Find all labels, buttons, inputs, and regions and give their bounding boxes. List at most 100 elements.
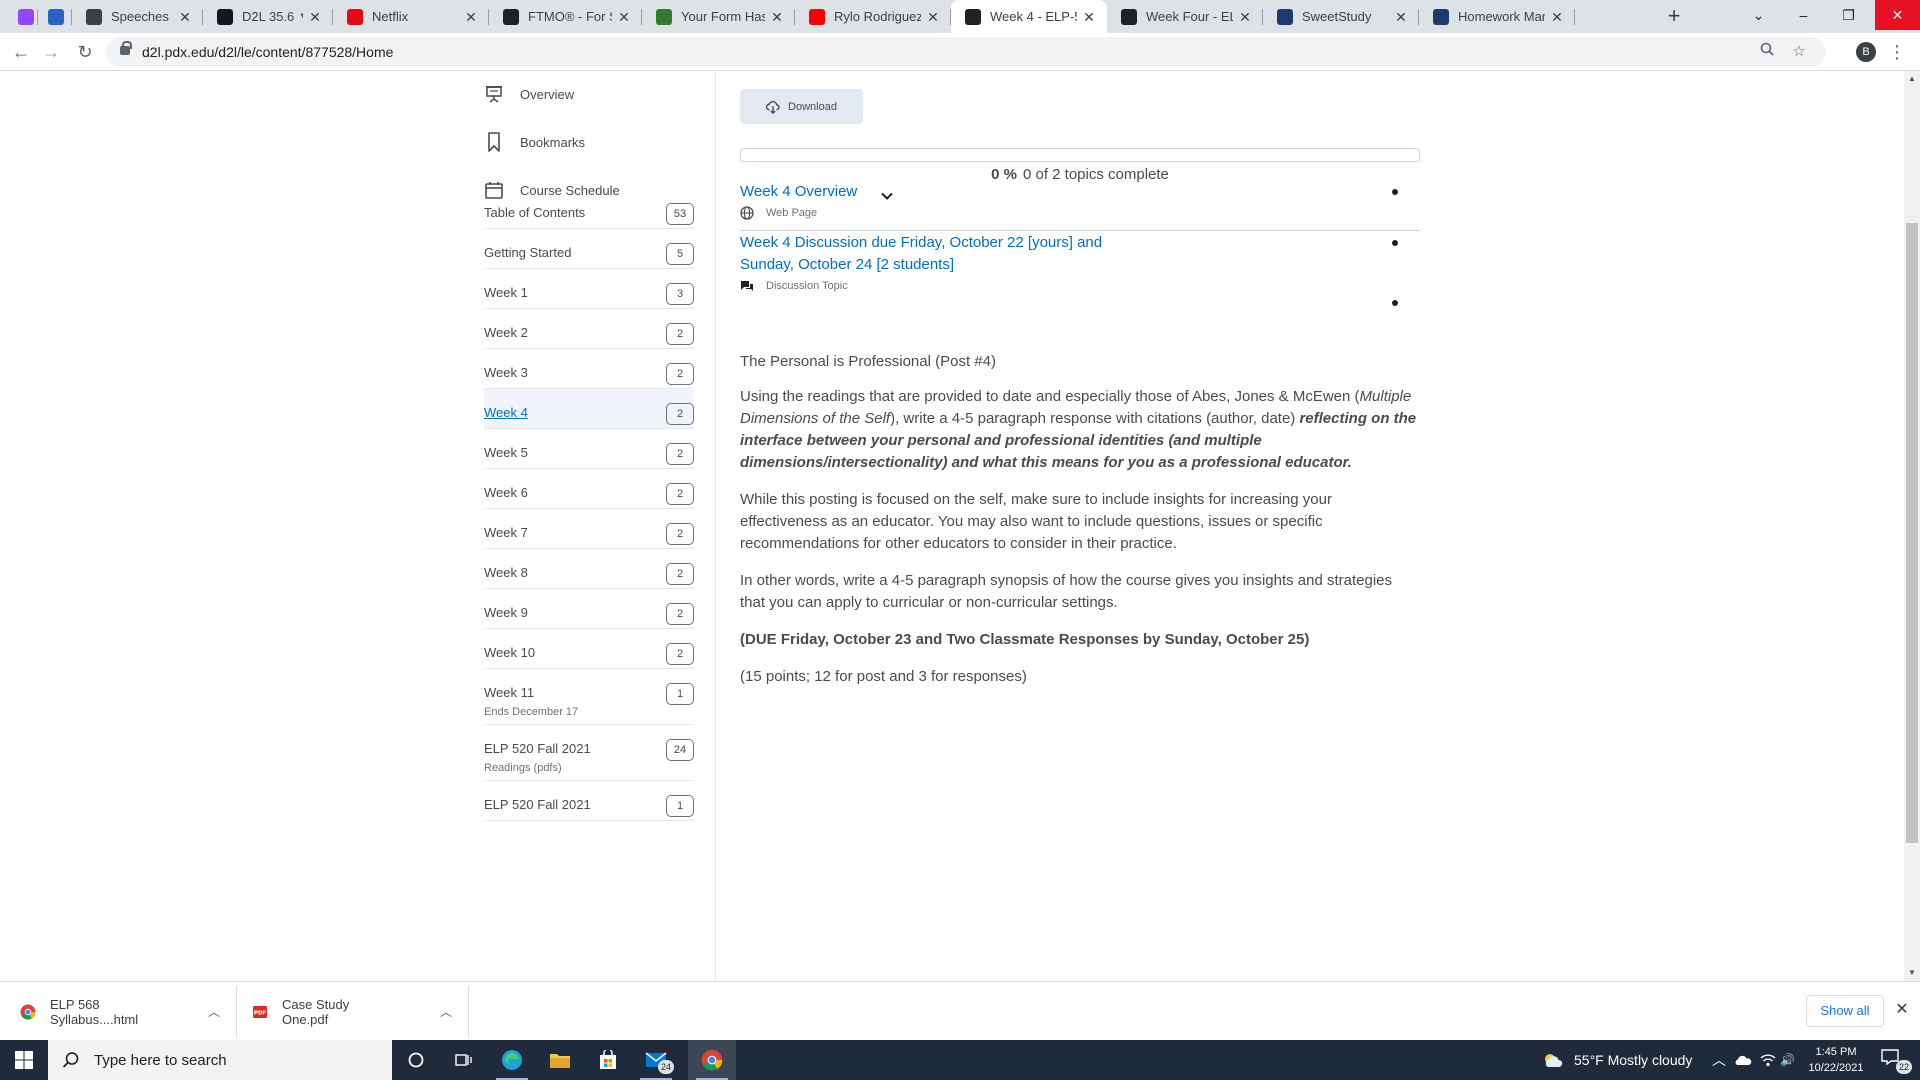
weather-widget[interactable]: 55°F Mostly cloudy [1542,1040,1692,1080]
cortana-icon[interactable] [392,1040,440,1080]
bookmark-star-icon[interactable]: ☆ [1788,41,1810,63]
back-button[interactable]: ← [8,39,34,65]
toc-item[interactable]: Week 9 2 [484,589,694,629]
new-tab-button[interactable]: + [1660,0,1688,33]
scrollbar-thumb[interactable] [1906,223,1918,843]
toc-item[interactable]: Week 7 2 [484,509,694,549]
toc-item-label[interactable]: Week 3 [484,362,528,384]
page-scrollbar[interactable]: ▲ ▼ [1904,71,1920,981]
start-button[interactable] [0,1040,48,1080]
browser-tab[interactable] [8,0,38,33]
toc-item[interactable]: Week 5 2 [484,429,694,469]
tab-search-button[interactable]: ⌄ [1736,0,1781,30]
topic-title-line1[interactable]: Week 4 Discussion due Friday, October 22… [740,234,1102,251]
toc-item-label[interactable]: Week 8 [484,562,528,584]
browser-menu-icon[interactable]: ⋮ [1888,40,1906,64]
toc-item[interactable]: ELP 520 Fall 2021 1 [484,781,694,821]
close-tab-icon[interactable]: ✕ [769,9,785,25]
toc-item[interactable]: Week 4 2 [470,389,730,429]
show-all-button[interactable]: Show all [1806,995,1884,1027]
minimize-button[interactable]: – [1781,0,1826,30]
chrome-taskbar-icon[interactable] [688,1040,736,1080]
toc-item[interactable]: ELP 520 Fall 2021 Readings (pdfs) 24 [484,725,694,781]
toc-item-label[interactable]: Getting Started [484,242,571,264]
toc-item[interactable]: Getting Started 5 [484,229,694,269]
close-tab-icon[interactable]: ✕ [177,9,193,25]
store-icon[interactable] [584,1040,632,1080]
browser-tab[interactable]: Week Four - ELP- ✕ [1107,0,1263,33]
topic-title-line2[interactable]: Sunday, October 24 [2 students] [740,256,954,273]
download-button[interactable]: Download [740,89,863,124]
reload-button[interactable]: ↻ [72,39,98,65]
toc-item[interactable]: Week 8 2 [484,549,694,589]
close-shelf-icon[interactable]: ✕ [1892,1000,1912,1020]
file-explorer-icon[interactable] [536,1040,584,1080]
close-tab-icon[interactable]: ✕ [1549,9,1565,25]
close-tab-icon[interactable]: ✕ [307,9,323,25]
notification-center-icon[interactable]: 22 [1880,1048,1912,1074]
toc-item[interactable]: Week 3 2 [484,349,694,389]
close-tab-icon[interactable]: ✕ [1237,9,1253,25]
close-tab-icon[interactable]: ✕ [463,9,479,25]
toc-item-label[interactable]: Week 9 [484,602,528,624]
toc-item-label[interactable]: Week 5 [484,442,528,464]
browser-tab[interactable]: D2L 35.6 ▼ −1.11 ✕ [203,0,333,33]
toc-item[interactable]: Week 1 3 [484,269,694,309]
toc-item[interactable]: Week 6 2 [484,469,694,509]
browser-tab[interactable]: Week 4 - ELP-520 ✕ [951,0,1107,33]
restore-button[interactable]: ❐ [1826,0,1871,30]
onedrive-icon[interactable] [1734,1040,1752,1080]
toc-item[interactable]: Week 11 Ends December 17 1 [484,669,694,725]
toc-item-label[interactable]: Table of Contents [484,202,585,224]
address-bar[interactable]: d2l.pdx.edu/d2l/le/content/877528/Home ☆ [106,37,1826,67]
toc-item-label[interactable]: ELP 520 Fall 2021 [484,794,591,816]
browser-tab[interactable]: FTMO® - For Ser ✕ [489,0,642,33]
browser-tab[interactable]: Your Form Has Be ✕ [642,0,795,33]
toc-item-label[interactable]: Week 10 [484,642,535,664]
toc-item-label[interactable]: Week 1 [484,282,528,304]
toc-item-label[interactable]: Week 7 [484,522,528,544]
toc-item-label[interactable]: Week 6 [484,482,528,504]
browser-tab[interactable]: Speeches | RBA ✕ [72,0,203,33]
profile-avatar[interactable]: B [1856,42,1876,62]
toc-item[interactable]: Week 10 2 [484,629,694,669]
close-tab-icon[interactable]: ✕ [616,9,632,25]
topic-title-link[interactable]: Week 4 Discussion due Friday, October 22… [740,232,1420,276]
taskbar-clock[interactable]: 1:45 PM 10/22/2021 [1796,1044,1876,1076]
nav-bookmarks[interactable]: Bookmarks [484,127,585,157]
task-view-icon[interactable] [440,1040,488,1080]
browser-tab[interactable]: Netflix ✕ [333,0,489,33]
scroll-down-arrow[interactable]: ▼ [1904,965,1920,981]
download-item[interactable]: ELP 568 Syllabus....html ︿ [20,982,220,1041]
chevron-up-icon[interactable]: ︿ [208,1003,220,1020]
forward-button[interactable]: → [38,39,64,65]
close-window-button[interactable]: ✕ [1875,0,1920,30]
browser-tab[interactable]: Homework Marke ✕ [1419,0,1575,33]
volume-icon[interactable]: 🔊 [1780,1040,1795,1080]
close-tab-icon[interactable]: ✕ [1081,9,1097,25]
browser-tab[interactable]: SweetStudy ✕ [1263,0,1419,33]
browser-tab[interactable]: Rylo Rodriguez - ✕ [795,0,951,33]
mail-app-icon[interactable]: 24 [632,1040,680,1080]
tray-chevron-up-icon[interactable]: ︿ [1712,1040,1726,1080]
scroll-up-arrow[interactable]: ▲ [1904,71,1920,87]
chevron-up-icon[interactable]: ︿ [440,1003,452,1020]
chevron-down-icon[interactable] [880,189,894,203]
toc-item[interactable]: Week 2 2 [484,309,694,349]
toc-item-label[interactable]: Week 11 [484,682,534,704]
download-item[interactable]: PDF Case Study One.pdf ︿ [252,982,452,1041]
toc-item[interactable]: Table of Contents 53 [484,189,694,229]
wifi-icon[interactable] [1760,1040,1776,1080]
topic-title-link[interactable]: Week 4 Overview [740,181,1420,203]
taskbar-search[interactable]: Type here to search [48,1040,392,1080]
edge-icon[interactable] [488,1040,536,1080]
toc-item-label[interactable]: Week 4 [484,402,528,424]
toc-item-label[interactable]: ELP 520 Fall 2021 [484,738,591,760]
close-tab-icon[interactable]: ✕ [925,9,941,25]
nav-overview[interactable]: Overview [484,79,574,109]
toc-item-label[interactable]: Week 2 [484,322,528,344]
close-tab-icon[interactable]: ✕ [1393,9,1409,25]
url-text[interactable]: d2l.pdx.edu/d2l/le/content/877528/Home [142,44,393,60]
browser-tab[interactable] [38,0,72,33]
zoom-icon[interactable] [1756,41,1778,63]
